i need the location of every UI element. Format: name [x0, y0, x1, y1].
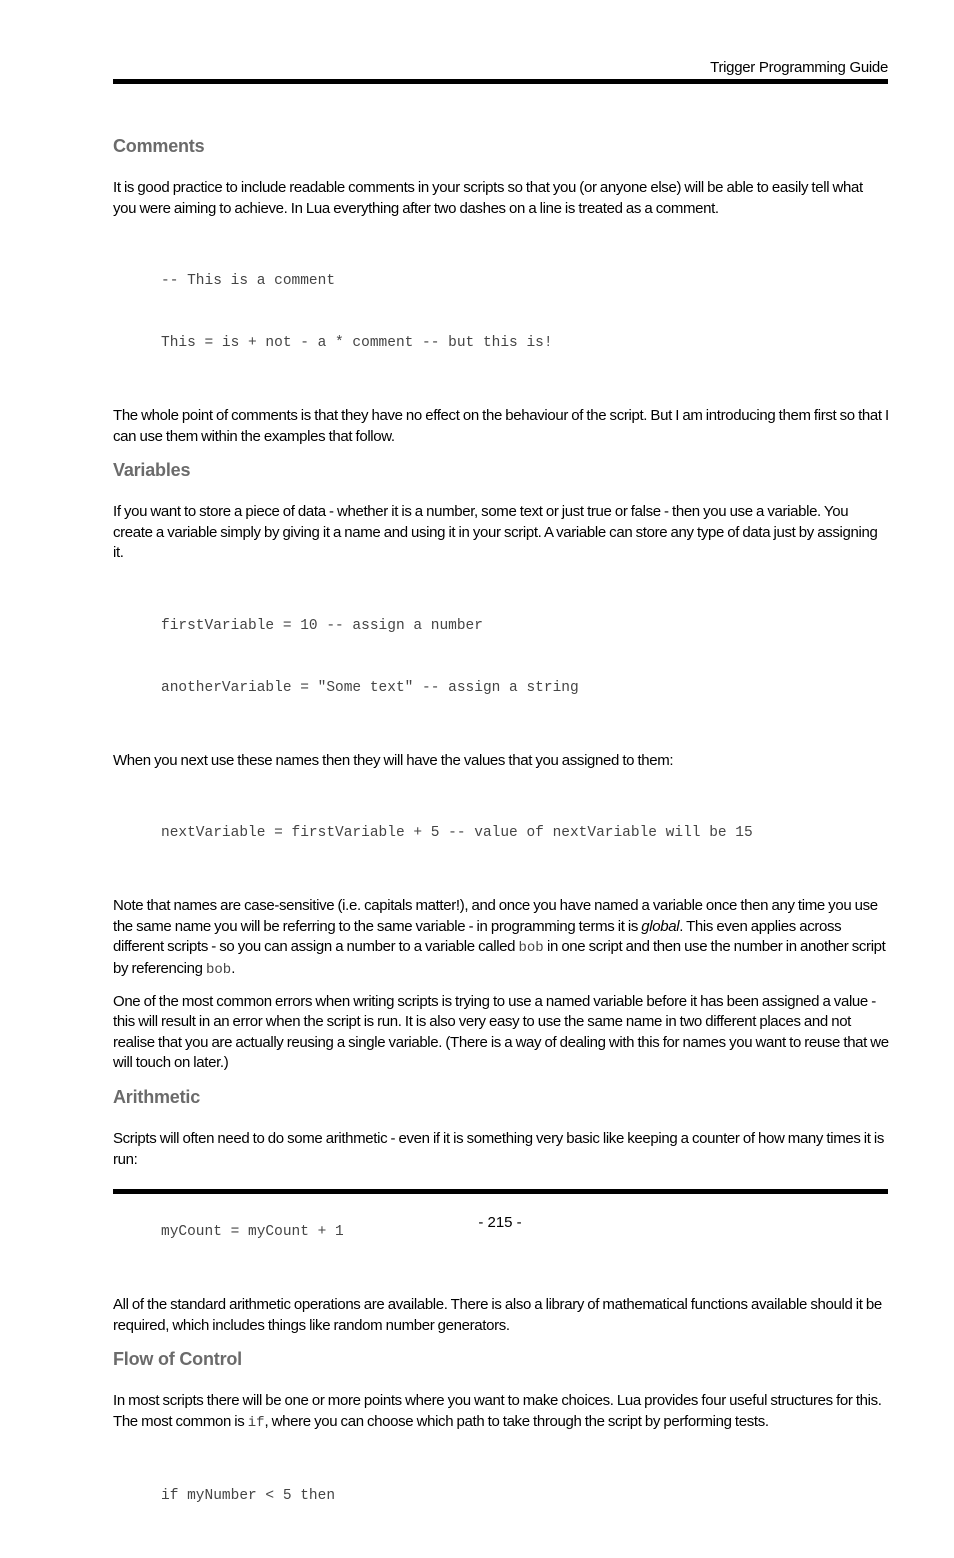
section-heading: Variables — [113, 460, 191, 481]
code-line: nextVariable = firstVariable + 5 -- valu… — [161, 825, 753, 842]
text-run: . — [231, 960, 236, 977]
code-block: myCount = myCount + 1 — [161, 1181, 889, 1284]
paragraph: In most scripts there will be one or mor… — [113, 1391, 889, 1433]
code-line: -- This is a comment — [161, 273, 336, 290]
emphasis-text: global — [641, 917, 680, 935]
page-content: Comments It is good practice to include … — [113, 134, 889, 1558]
code-line: if myNumber < 5 then — [161, 1487, 336, 1504]
code-block: -- This is a comment This = is + not - a… — [161, 230, 889, 395]
paragraph: All of the standard arithmetic operation… — [113, 1296, 882, 1334]
code-block: nextVariable = firstVariable + 5 -- valu… — [161, 782, 889, 885]
text-run: , where you can choose which path to tak… — [264, 1412, 769, 1430]
code-line: This = is + not - a * comment -- but thi… — [161, 335, 553, 352]
paragraph: The whole point of comments is that they… — [113, 406, 889, 445]
inline-code: bob — [205, 962, 232, 978]
section-heading: Arithmetic — [113, 1086, 201, 1107]
paragraph: If you want to store a piece of data - w… — [113, 503, 878, 562]
section-arithmetic: Arithmetic Scripts will often need to do… — [113, 1085, 889, 1336]
paragraph: Scripts will often need to do some arith… — [113, 1129, 885, 1168]
footer-rule — [113, 1189, 888, 1194]
inline-code: if — [247, 1414, 265, 1431]
paragraph: It is good practice to include readable … — [113, 179, 863, 217]
page-number: - 215 - — [0, 1214, 954, 1231]
section-variables: Variables If you want to store a piece o… — [113, 458, 889, 1074]
running-header-title: Trigger Programming Guide — [710, 59, 888, 76]
inline-code: bob — [518, 940, 544, 957]
paragraph: When you next use these names then they … — [113, 751, 674, 769]
header-rule — [113, 79, 888, 84]
code-line: anotherVariable = "Some text" -- assign … — [161, 679, 579, 696]
code-line: firstVariable = 10 -- assign a number — [161, 618, 483, 635]
code-block: if myNumber < 5 then — [161, 1445, 889, 1548]
section-heading: Comments — [113, 136, 205, 156]
section-heading: Flow of Control — [113, 1349, 242, 1370]
section-flow-of-control: Flow of Control In most scripts there wi… — [113, 1347, 889, 1547]
paragraph: Note that names are case-sensitive (i.e.… — [113, 896, 889, 980]
page-number-text: - 215 - — [478, 1214, 522, 1231]
paragraph: One of the most common errors when writi… — [113, 992, 889, 1072]
section-comments: Comments It is good practice to include … — [113, 134, 889, 447]
code-block: firstVariable = 10 -- assign a number an… — [161, 575, 889, 740]
